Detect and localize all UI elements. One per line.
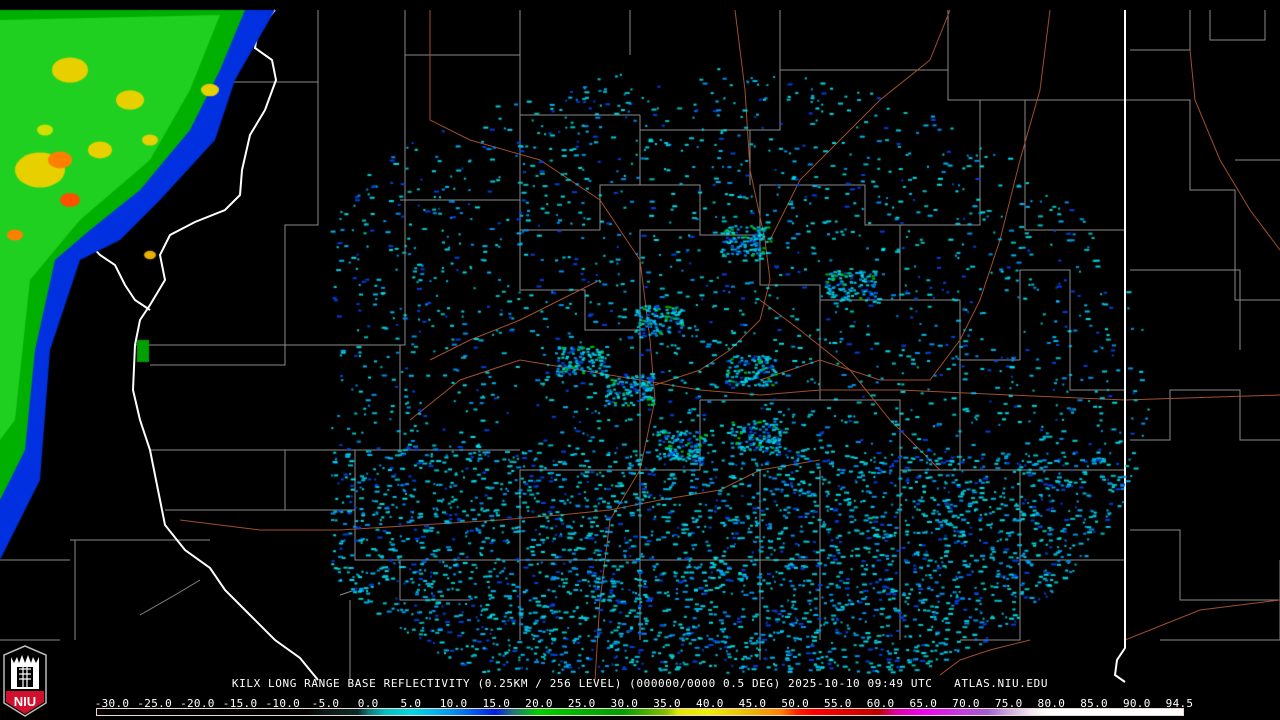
reflectivity-color-bar (96, 708, 1184, 716)
reflectivity-echoes (0, 0, 1280, 720)
product-caption: KILX LONG RANGE BASE REFLECTIVITY (0.25K… (231, 677, 1049, 690)
niu-logo: NIU (3, 645, 47, 717)
svg-text:NIU: NIU (14, 694, 36, 709)
